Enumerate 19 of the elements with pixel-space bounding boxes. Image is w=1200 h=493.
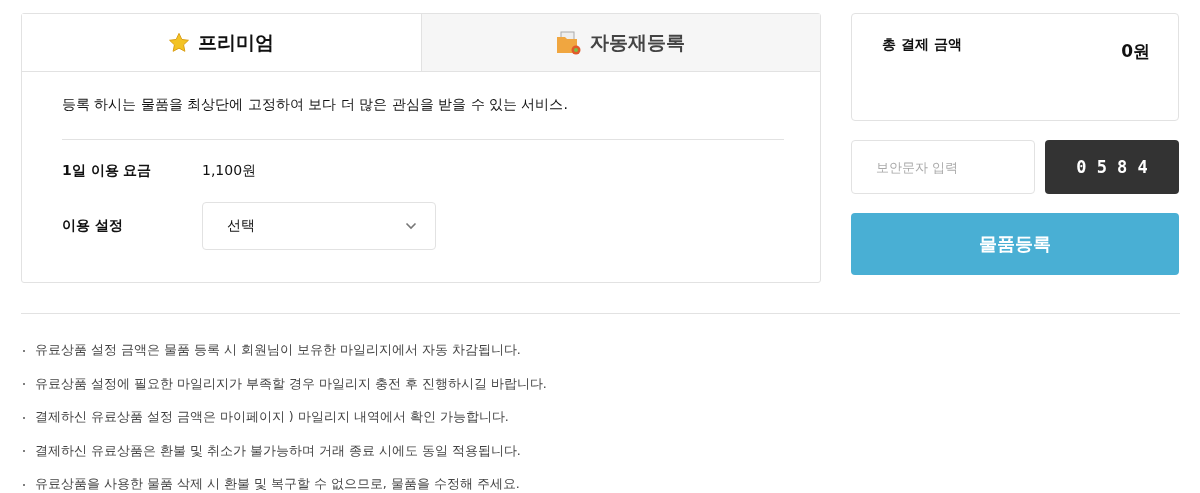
folder-gear-icon bbox=[556, 30, 583, 55]
notice-text: 유료상품 설정에 필요한 마일리지가 부족할 경우 마일리지 충전 후 진행하시길 바랍니다. bbox=[35, 375, 547, 393]
tab[interactable]: 자동재등록 bbox=[420, 14, 820, 72]
total-amount: 0원 bbox=[1121, 40, 1150, 63]
tab[interactable]: 프리미엄 bbox=[22, 14, 421, 72]
captcha-input-field[interactable]: 보안문자 입력 bbox=[851, 140, 1035, 194]
notice-text: 결제하신 유료상품은 환불 및 취소가 불가능하며 거래 종료 시에도 동일 적용됩니다. bbox=[35, 442, 521, 460]
usage-label: 이용 설정 bbox=[62, 217, 124, 235]
usage-dropdown[interactable]: 선택 bbox=[202, 202, 436, 250]
service-description: 등록 하시는 물품을 최상단에 고정하여 보다 더 많은 관심을 받을 수 있는 서비스. bbox=[62, 72, 784, 140]
star-icon bbox=[168, 31, 191, 54]
notice-text: 결제하신 유료상품 설정 금액은 마이페이지 ) 마일리지 내역에서 확인 가능합니다. bbox=[35, 409, 509, 426]
fee-value: 1,100원 bbox=[202, 162, 257, 180]
notice-text: 유료상품을 사용한 물품 삭제 시 환불 및 복구할 수 없으므로, 물품을 수정해 주세요. bbox=[35, 476, 520, 493]
chevron-down-icon bbox=[405, 222, 417, 230]
captcha-code: 0 5 8 4 bbox=[1045, 140, 1179, 194]
total-label: 총 결제 금액 bbox=[882, 36, 962, 54]
notice-text: 유료상품 설정 금액은 물품 등록 시 회원님이 보유한 마일리지에서 자동 차감됩니다. bbox=[35, 342, 521, 359]
fee-label: 1일 이용 요금 bbox=[62, 162, 153, 180]
